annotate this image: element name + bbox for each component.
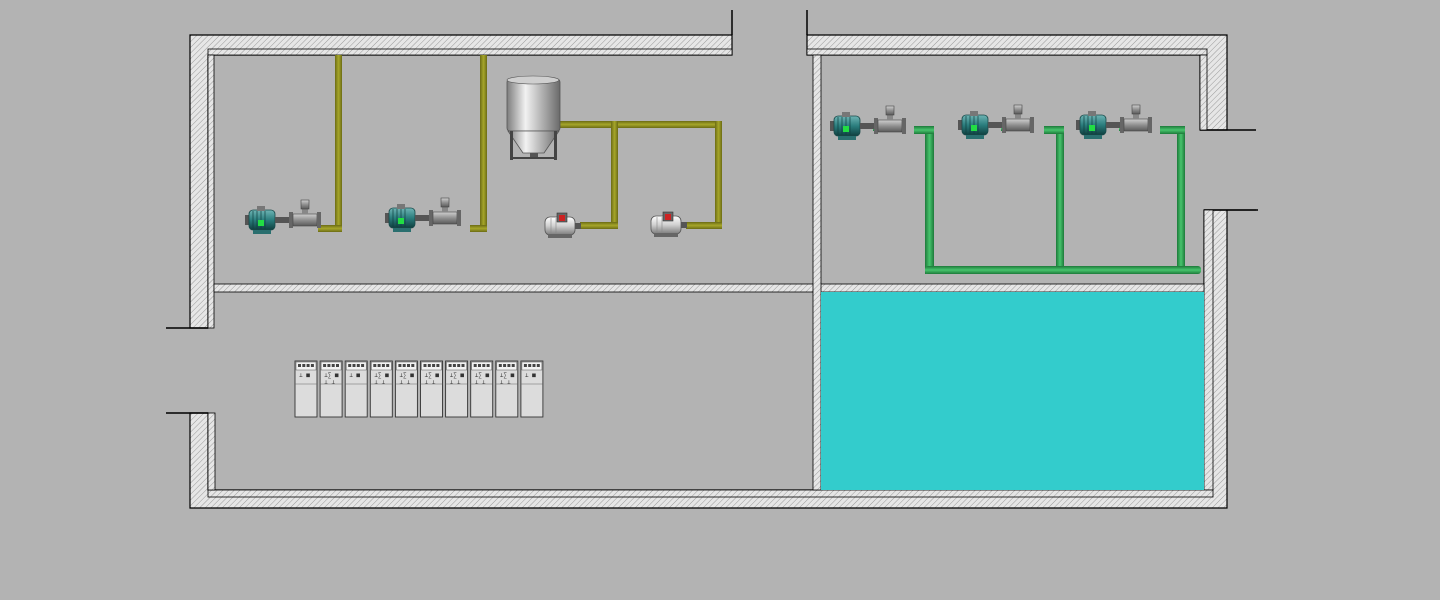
water-pump-1[interactable] [829,105,907,141]
plant-floor-plan [166,10,1258,509]
water-pump-3[interactable] [1075,104,1153,140]
water-pump-2[interactable] [957,104,1035,140]
oil-pump-2[interactable] [384,197,462,233]
electrical-cabinet[interactable] [420,360,443,418]
electrical-cabinet[interactable] [445,360,469,418]
oil-pump-1[interactable] [244,199,322,235]
electrical-cabinet[interactable] [319,360,343,418]
electrical-cabinet[interactable] [470,360,494,418]
electrical-cabinet[interactable] [394,360,418,418]
hopper-tank-icon [506,75,561,160]
water-tank [821,292,1204,490]
electrical-cabinet[interactable] [520,360,544,418]
electrical-cabinet-row [294,360,544,418]
electrical-cabinet[interactable] [294,360,318,418]
white-motor-2[interactable] [650,211,688,238]
electrical-cabinet[interactable] [369,360,393,418]
water-pipe-network [873,125,1201,274]
electrical-cabinet[interactable] [344,360,368,418]
electrical-cabinet[interactable] [495,360,519,418]
white-motor-1[interactable] [544,212,582,239]
